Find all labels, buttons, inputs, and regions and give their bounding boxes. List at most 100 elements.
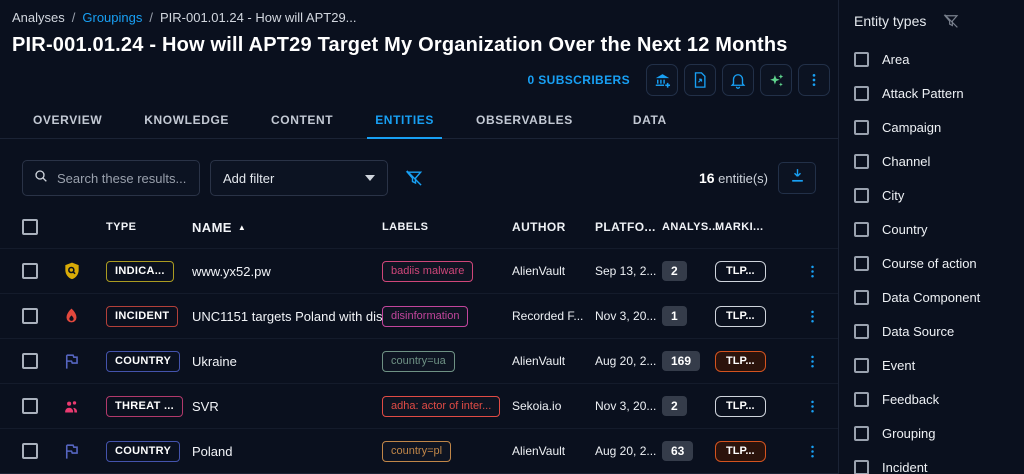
column-labels[interactable]: LABELS xyxy=(382,221,512,233)
row-checkbox[interactable] xyxy=(22,443,38,459)
entity-types-panel: Entity types Area Attack Pattern Campaig… xyxy=(838,0,1024,474)
entity-type-option-campaign[interactable]: Campaign xyxy=(854,110,1024,144)
entity-type-option-city[interactable]: City xyxy=(854,178,1024,212)
row-checkbox[interactable] xyxy=(22,263,38,279)
column-name[interactable]: NAME ▲ xyxy=(192,220,382,235)
breadcrumb: Analyses / Groupings / PIR-001.01.24 - H… xyxy=(0,0,838,25)
marking-chip: TLP... xyxy=(715,305,766,327)
checkbox[interactable] xyxy=(854,119,869,135)
table-row[interactable]: THREAT ... SVR adha: actor of inter... S… xyxy=(0,383,838,428)
tab-observables[interactable]: OBSERVABLES xyxy=(468,101,581,138)
threat-actor-icon xyxy=(62,397,106,416)
row-more-button[interactable] xyxy=(795,264,829,279)
entity-type-option-attack-pattern[interactable]: Attack Pattern xyxy=(854,76,1024,110)
analyses-badge: 2 xyxy=(662,261,687,281)
checkbox[interactable] xyxy=(854,85,869,101)
entity-type-option-course-of-action[interactable]: Course of action xyxy=(854,246,1024,280)
checkbox[interactable] xyxy=(854,153,869,169)
analyses-badge: 63 xyxy=(662,441,694,461)
search-box[interactable] xyxy=(22,160,200,196)
row-more-button[interactable] xyxy=(795,354,829,369)
tab-overview[interactable]: OVERVIEW xyxy=(25,101,110,138)
row-checkbox[interactable] xyxy=(22,353,38,369)
column-platform-date[interactable]: PLATFO... xyxy=(595,220,662,234)
entity-type-label: Attack Pattern xyxy=(882,85,964,101)
entity-type-option-channel[interactable]: Channel xyxy=(854,144,1024,178)
label-chip: country=ua xyxy=(382,350,455,372)
clear-filters-button[interactable] xyxy=(404,168,424,188)
row-more-button[interactable] xyxy=(795,444,829,459)
entity-type-option-country[interactable]: Country xyxy=(854,212,1024,246)
entity-type-label: Country xyxy=(882,221,928,237)
entity-type-option-data-source[interactable]: Data Source xyxy=(854,314,1024,348)
entity-type-option-area[interactable]: Area xyxy=(854,42,1024,76)
platform-date: Nov 3, 20... xyxy=(595,309,657,323)
checkbox[interactable] xyxy=(854,425,869,441)
row-checkbox[interactable] xyxy=(22,398,38,414)
ai-assistant-button[interactable] xyxy=(760,64,792,96)
checkbox[interactable] xyxy=(854,221,869,237)
entity-type-option-incident[interactable]: Incident xyxy=(854,450,1024,474)
entity-type-label: Grouping xyxy=(882,425,936,441)
entity-name: www.yx52.pw xyxy=(192,263,271,279)
column-type[interactable]: TYPE xyxy=(106,221,192,233)
row-checkbox[interactable] xyxy=(22,308,38,324)
marking-chip: TLP... xyxy=(715,260,766,282)
entity-type-option-event[interactable]: Event xyxy=(854,348,1024,382)
checkbox[interactable] xyxy=(854,357,869,373)
table-row[interactable]: COUNTRY Ukraine country=ua AlienVault Au… xyxy=(0,338,838,383)
checkbox[interactable] xyxy=(854,255,869,271)
column-marking[interactable]: MARKI... xyxy=(715,221,795,233)
entity-name: Poland xyxy=(192,443,233,459)
bank-plus-icon xyxy=(653,71,672,90)
more-options-button[interactable] xyxy=(798,64,830,96)
platform-date: Nov 3, 20... xyxy=(595,399,657,413)
checkbox[interactable] xyxy=(854,289,869,305)
table-row[interactable]: INDICA... www.yx52.pw badiis malware Ali… xyxy=(0,248,838,293)
column-analyses[interactable]: ANALYS... xyxy=(662,221,719,233)
checkbox[interactable] xyxy=(854,459,869,474)
entity-type-option-grouping[interactable]: Grouping xyxy=(854,416,1024,450)
export-csv-button[interactable] xyxy=(778,162,816,194)
entities-count: 16 entitie(s) xyxy=(698,170,768,186)
label-chip: badiis malware xyxy=(382,260,474,282)
label-chip: country=pl xyxy=(382,440,452,462)
select-all-checkbox[interactable] xyxy=(22,219,38,235)
row-more-button[interactable] xyxy=(795,309,829,324)
download-icon xyxy=(789,167,806,189)
notifications-button[interactable] xyxy=(722,64,754,96)
tab-entities[interactable]: ENTITIES xyxy=(367,101,442,139)
enroll-playbook-button[interactable] xyxy=(646,64,678,96)
entity-type-label: Data Source xyxy=(882,323,955,339)
subscribers-count[interactable]: 0 SUBSCRIBERS xyxy=(527,73,630,87)
entity-type-label: Incident xyxy=(882,459,928,474)
toolbar-right: 16 entitie(s) xyxy=(699,162,816,194)
type-chip: THREAT ... xyxy=(106,395,184,417)
checkbox[interactable] xyxy=(854,323,869,339)
table-row[interactable]: COUNTRY Poland country=pl AlienVault Aug… xyxy=(0,428,838,473)
entity-type-label: Data Component xyxy=(882,289,981,305)
entity-type-option-data-component[interactable]: Data Component xyxy=(854,280,1024,314)
tab-knowledge[interactable]: KNOWLEDGE xyxy=(136,101,237,138)
tab-data[interactable]: DATA xyxy=(625,101,675,138)
breadcrumb-groupings-link[interactable]: Groupings xyxy=(82,10,142,25)
export-button[interactable] xyxy=(684,64,716,96)
add-filter-select[interactable]: Add filter xyxy=(210,160,388,196)
platform-date: Aug 20, 2... xyxy=(595,354,657,368)
entity-type-option-feedback[interactable]: Feedback xyxy=(854,382,1024,416)
clear-entity-filter-button[interactable] xyxy=(942,12,960,30)
entity-type-label: Course of action xyxy=(882,255,977,271)
checkbox[interactable] xyxy=(854,51,869,67)
incident-icon xyxy=(62,307,106,326)
checkbox[interactable] xyxy=(854,187,869,203)
label-chip: adha: actor of inter... xyxy=(382,395,501,417)
row-more-button[interactable] xyxy=(795,399,829,414)
tab-content[interactable]: CONTENT xyxy=(263,101,341,138)
search-icon xyxy=(33,168,49,189)
search-input[interactable] xyxy=(57,170,189,186)
breadcrumb-analyses[interactable]: Analyses xyxy=(12,10,65,25)
column-author[interactable]: AUTHOR xyxy=(512,220,595,234)
type-chip: COUNTRY xyxy=(106,440,181,462)
checkbox[interactable] xyxy=(854,391,869,407)
table-row[interactable]: INCIDENT UNC1151 targets Poland with dis… xyxy=(0,293,838,338)
